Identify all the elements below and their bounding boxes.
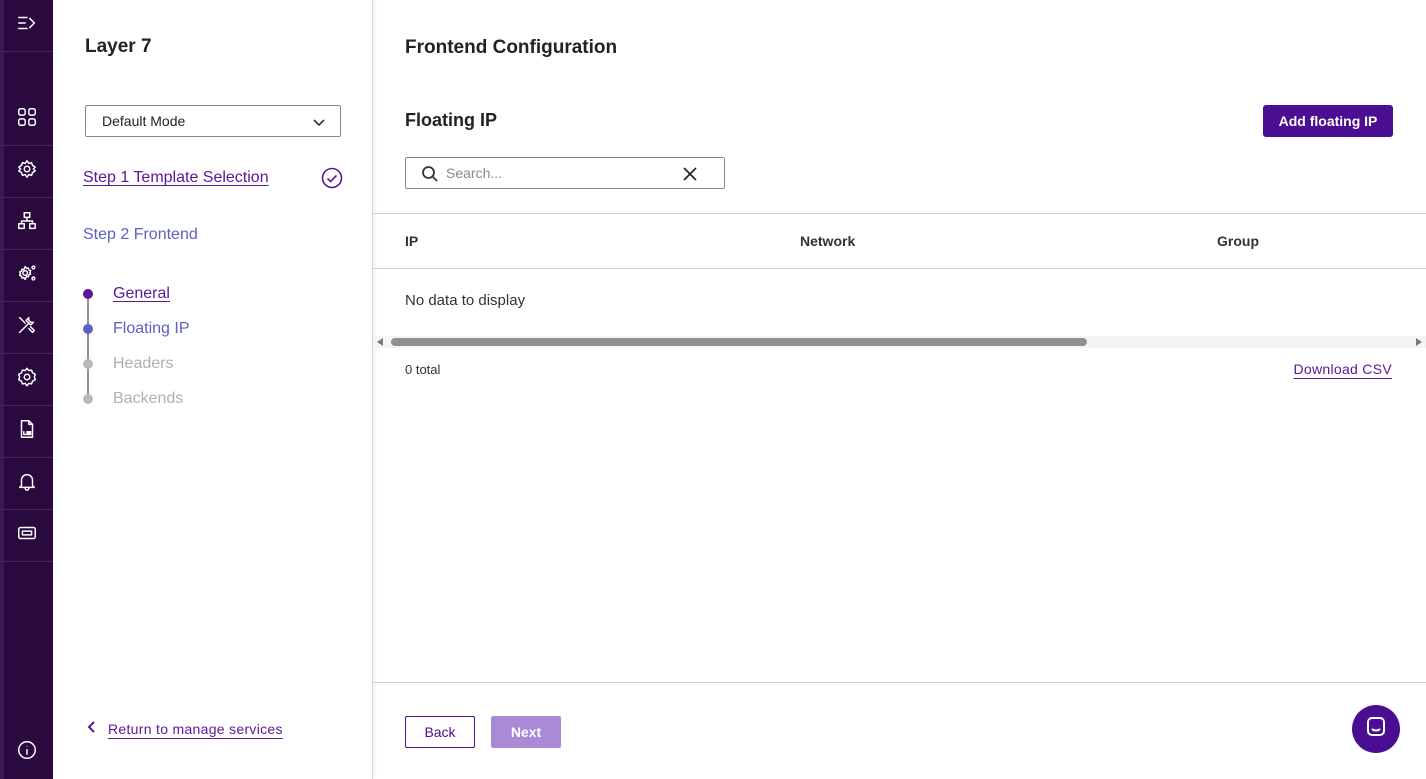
steps-panel: Layer 7 Default Mode Step 1 Template Sel… xyxy=(53,0,373,779)
horizontal-scrollbar[interactable] xyxy=(373,336,1426,348)
return-link-label: Return to manage services xyxy=(108,720,283,737)
column-header-group[interactable]: Group xyxy=(1217,233,1259,249)
dashboard-grid-icon xyxy=(16,106,38,133)
search-input[interactable] xyxy=(446,163,666,183)
footer-bar: Back Next xyxy=(373,682,1426,779)
rail-tickets[interactable] xyxy=(0,510,53,562)
log-file-icon xyxy=(16,418,38,445)
chat-icon xyxy=(1364,715,1388,744)
scrollbar-thumb[interactable] xyxy=(391,338,1087,346)
step-frontend: Step 2 Frontend xyxy=(83,226,198,243)
settings-gear-icon xyxy=(16,366,38,393)
ticket-icon xyxy=(16,522,38,549)
bell-icon xyxy=(16,470,38,497)
rail-notifications[interactable] xyxy=(0,458,53,510)
substep-general[interactable]: General xyxy=(83,284,170,304)
info-icon xyxy=(16,739,38,766)
network-topology-icon xyxy=(16,210,38,237)
scroll-left-arrow-icon[interactable] xyxy=(377,338,383,346)
scroll-right-arrow-icon[interactable] xyxy=(1416,338,1422,346)
substep-dot-inactive xyxy=(83,394,93,404)
rail-cluster-settings[interactable] xyxy=(0,250,53,302)
substep-connector xyxy=(87,294,89,399)
step-template-selection[interactable]: Step 1 Template Selection xyxy=(83,169,269,187)
return-to-services-link[interactable]: Return to manage services xyxy=(85,720,283,737)
menu-expand-icon xyxy=(16,12,38,39)
rail-dashboard[interactable] xyxy=(0,94,53,146)
tools-icon xyxy=(16,314,38,341)
download-csv-link[interactable]: Download CSV xyxy=(1293,361,1392,377)
total-count: 0 total xyxy=(405,362,441,377)
table-header: IP Network Group xyxy=(373,213,1426,269)
substep-label: Backends xyxy=(113,390,184,407)
empty-table-message: No data to display xyxy=(405,292,526,309)
services-gear-icon xyxy=(16,158,38,185)
check-circle-icon xyxy=(321,167,343,189)
mode-select[interactable]: Default Mode xyxy=(85,105,341,137)
settings-cluster-icon xyxy=(16,262,38,289)
substep-dot-current xyxy=(83,324,93,334)
panel-title: Layer 7 xyxy=(85,36,152,57)
substep-dot-inactive xyxy=(83,359,93,369)
column-header-ip[interactable]: IP xyxy=(405,233,418,249)
chevron-down-icon xyxy=(312,115,326,129)
substep-label: Floating IP xyxy=(113,320,190,337)
substep-label: Headers xyxy=(113,355,174,372)
section-title: Floating IP xyxy=(405,110,497,130)
next-button[interactable]: Next xyxy=(491,716,561,748)
rail-network[interactable] xyxy=(0,198,53,250)
add-floating-ip-button[interactable]: Add floating IP xyxy=(1263,105,1393,137)
search-icon xyxy=(421,165,439,183)
rail-info[interactable] xyxy=(0,737,53,767)
rail-settings[interactable] xyxy=(0,354,53,406)
page-title: Frontend Configuration xyxy=(405,37,618,58)
substep-headers: Headers xyxy=(83,354,173,374)
mode-select-value: Default Mode xyxy=(102,113,186,129)
icon-rail xyxy=(0,0,53,779)
rail-services[interactable] xyxy=(0,146,53,198)
chat-launcher-button[interactable] xyxy=(1352,705,1400,753)
substep-floating-ip[interactable]: Floating IP xyxy=(83,319,189,339)
main-content: Frontend Configuration Floating IP Add f… xyxy=(373,0,1426,779)
column-header-network[interactable]: Network xyxy=(800,233,855,249)
substep-label: General xyxy=(113,285,170,302)
rail-menu-expand[interactable] xyxy=(0,0,53,52)
substep-dot-active xyxy=(83,289,93,299)
chevron-left-icon xyxy=(85,720,99,737)
rail-tools[interactable] xyxy=(0,302,53,354)
close-icon[interactable] xyxy=(682,166,698,182)
rail-logs[interactable] xyxy=(0,406,53,458)
search-box xyxy=(405,157,725,189)
substep-backends: Backends xyxy=(83,389,183,409)
back-button[interactable]: Back xyxy=(405,716,475,748)
